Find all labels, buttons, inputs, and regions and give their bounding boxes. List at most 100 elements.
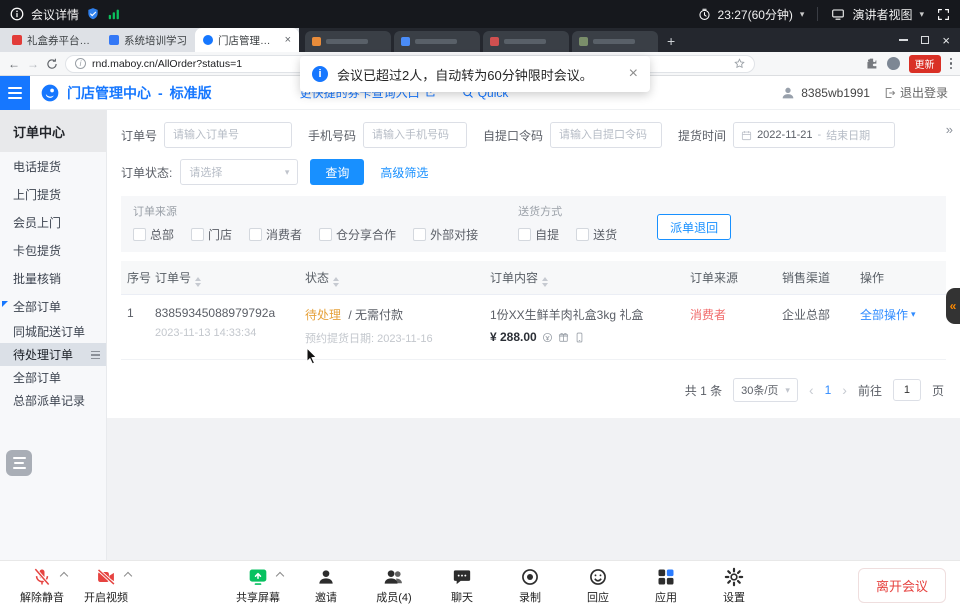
security-shield-icon[interactable]: [86, 7, 100, 21]
date-range-picker[interactable]: 2022-11-21 - 结束日期: [733, 122, 895, 148]
browser-tab-dark[interactable]: [483, 31, 569, 52]
collapse-panel-icon[interactable]: »: [946, 122, 953, 137]
tab-close-icon[interactable]: ×: [285, 34, 291, 46]
mic-options-chevron-icon[interactable]: [60, 571, 68, 579]
advanced-filter-link[interactable]: 高级筛选: [380, 164, 428, 181]
order-status-select[interactable]: 请选择 ▾: [180, 159, 298, 185]
sidebar-item-all-orders-parent[interactable]: 全部订单: [0, 292, 106, 320]
col-status[interactable]: 状态: [305, 269, 490, 287]
logout-button[interactable]: 退出登录: [884, 84, 948, 101]
window-minimize-icon[interactable]: [899, 39, 908, 41]
page-size-select[interactable]: 30条/页 ▾: [733, 378, 798, 402]
share-options-chevron-icon[interactable]: [276, 571, 284, 579]
order-number[interactable]: 83859345088979792a: [155, 306, 305, 320]
window-close-icon[interactable]: ×: [942, 34, 950, 47]
next-page-icon[interactable]: ›: [842, 382, 847, 398]
sidebar-subitem-pending-orders[interactable]: 待处理订单: [0, 343, 106, 366]
record-button[interactable]: 录制: [502, 567, 558, 605]
sort-icon[interactable]: [542, 277, 548, 287]
account-menu[interactable]: 8385wb1991: [780, 85, 870, 101]
phone-input[interactable]: [363, 122, 467, 148]
apps-button[interactable]: 应用: [638, 567, 694, 605]
checkbox-icon[interactable]: [319, 228, 332, 241]
checkbox-option-consumer[interactable]: 消费者: [249, 226, 302, 243]
sidebar-item-batch-verify[interactable]: 批量核销: [0, 264, 106, 292]
checkbox-option-external[interactable]: 外部对接: [413, 226, 478, 243]
sort-icon[interactable]: [333, 277, 339, 287]
checkbox-option-self-pickup[interactable]: 自提: [518, 226, 559, 243]
current-page[interactable]: 1: [825, 383, 832, 397]
sidebar-item-door-pickup[interactable]: 上门提货: [0, 180, 106, 208]
browser-profile-avatar[interactable]: [887, 57, 900, 70]
unmute-button[interactable]: 解除静音: [14, 567, 70, 605]
chat-button[interactable]: 聊天: [434, 567, 490, 605]
reactions-button[interactable]: 回应: [570, 567, 626, 605]
checkbox-option-delivery[interactable]: 送货: [576, 226, 617, 243]
sidebar-subitem-hq-dispatch[interactable]: 总部派单记录: [0, 389, 106, 412]
checkbox-option-warehouse-share[interactable]: 仓分享合作: [319, 226, 396, 243]
pickup-code-input[interactable]: [550, 122, 662, 148]
app-header-right: 8385wb1991 退出登录: [780, 84, 960, 101]
col-content[interactable]: 订单内容: [490, 269, 690, 287]
browser-tab[interactable]: 系统培训学习: [101, 28, 195, 52]
browser-tab-active[interactable]: 门店管理中心 ×: [195, 28, 299, 52]
sidebar-toggle-button[interactable]: [0, 76, 30, 110]
bookmark-star-icon[interactable]: [734, 58, 745, 69]
col-order-no[interactable]: 订单号: [155, 269, 305, 287]
checkbox-option-store[interactable]: 门店: [191, 226, 232, 243]
leave-meeting-button[interactable]: 离开会议: [858, 568, 946, 603]
browser-tab[interactable]: 礼盒券平台管理中心: [4, 28, 101, 52]
forward-icon[interactable]: →: [27, 57, 39, 71]
browser-menu-icon[interactable]: [950, 58, 953, 70]
search-button[interactable]: 查询: [310, 159, 364, 185]
start-video-button[interactable]: 开启视频: [78, 567, 134, 605]
checkbox-icon[interactable]: [191, 228, 204, 241]
checkbox-icon[interactable]: [576, 228, 589, 241]
floating-list-widget[interactable]: [6, 450, 32, 476]
sidebar-subitem-all-orders[interactable]: 全部订单: [0, 366, 106, 389]
view-mode-label[interactable]: 演讲者视图: [852, 6, 912, 23]
sidebar-subitem-city-delivery[interactable]: 同城配送订单: [0, 320, 106, 343]
video-options-chevron-icon[interactable]: [124, 571, 132, 579]
checkbox-icon[interactable]: [413, 228, 426, 241]
meeting-details-label[interactable]: 会议详情: [31, 6, 79, 23]
checkbox-icon[interactable]: [133, 228, 146, 241]
sidebar-item-member-visit[interactable]: 会员上门: [0, 208, 106, 236]
members-button[interactable]: 成员(4): [366, 567, 422, 605]
settings-button[interactable]: 设置: [706, 567, 762, 605]
reload-icon[interactable]: [46, 58, 58, 70]
window-maximize-icon[interactable]: [921, 36, 929, 44]
sidebar-item-card-pickup[interactable]: 卡包提货: [0, 236, 106, 264]
extensions-puzzle-icon[interactable]: [865, 57, 878, 70]
goto-page-input[interactable]: [893, 379, 921, 401]
fullscreen-icon[interactable]: [937, 8, 950, 21]
back-icon[interactable]: ←: [8, 57, 20, 71]
tab-favicon: [203, 35, 213, 45]
site-info-icon[interactable]: i: [75, 58, 86, 69]
sidebar-item-phone-pickup[interactable]: 电话提货: [0, 152, 106, 180]
all-actions-dropdown[interactable]: 全部操作 ▾: [860, 306, 946, 323]
sidebar-section-order-center[interactable]: 订单中心: [0, 110, 106, 152]
invite-button[interactable]: 邀请: [298, 567, 354, 605]
browser-update-badge[interactable]: 更新: [909, 55, 941, 73]
checkbox-option-hq[interactable]: 总部: [133, 226, 174, 243]
share-screen-button[interactable]: 共享屏幕: [230, 567, 286, 605]
browser-tab-dark[interactable]: [394, 31, 480, 52]
dispatch-return-button[interactable]: 派单退回: [657, 214, 731, 240]
side-drawer-handle[interactable]: «: [946, 288, 960, 324]
timer-caret-icon[interactable]: ▾: [800, 9, 805, 20]
drag-handle-icon[interactable]: [91, 351, 100, 359]
order-no-input[interactable]: [164, 122, 292, 148]
network-signal-icon[interactable]: [107, 7, 121, 21]
prev-page-icon[interactable]: ‹: [809, 382, 814, 398]
browser-tab-dark[interactable]: [305, 31, 391, 52]
new-tab-button[interactable]: +: [667, 33, 675, 49]
browser-tab-dark[interactable]: [572, 31, 658, 52]
view-caret-icon[interactable]: ▾: [919, 9, 924, 20]
order-source-title: 订单来源: [133, 203, 478, 219]
info-circle-icon[interactable]: [10, 7, 24, 21]
checkbox-icon[interactable]: [518, 228, 531, 241]
sort-icon[interactable]: [195, 277, 201, 287]
toast-close-icon[interactable]: ×: [629, 66, 638, 82]
checkbox-icon[interactable]: [249, 228, 262, 241]
